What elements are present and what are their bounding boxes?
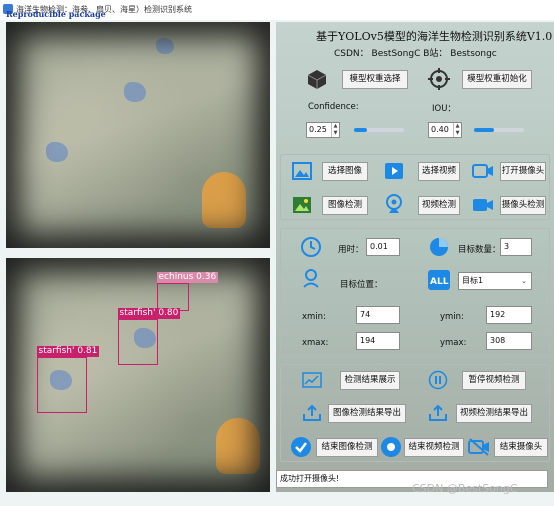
camera-detect-icon: [473, 199, 493, 211]
confidence-spinbox[interactable]: 0.25 ▲ ▼: [306, 122, 340, 138]
original-image-view: [6, 22, 270, 248]
target-icon: [428, 68, 450, 90]
target-select[interactable]: 目标1 ⌄: [458, 272, 532, 290]
detection-label: starfish' 0.80: [117, 308, 181, 319]
camera-off-icon: [468, 438, 489, 456]
position-label: 目标位置：: [340, 280, 383, 290]
ymin-label: ymin:: [440, 312, 464, 322]
pause-icon: [428, 370, 448, 390]
iou-spinbox[interactable]: 0.40 ▲ ▼: [428, 122, 462, 138]
xmax-field[interactable]: 194: [356, 332, 400, 350]
iou-label: IOU：: [432, 104, 456, 114]
clock-icon: [301, 237, 321, 257]
count-label: 目标数量：: [458, 245, 501, 255]
check-circle-icon: [291, 437, 311, 457]
app-window: 海洋生物检测：海参、扇贝、海星）检测识别系统 Reproducible pack…: [0, 0, 554, 506]
ymin-field[interactable]: 192: [486, 306, 532, 324]
author-info: CSDN： BestSongC B站： Bestsongc: [334, 49, 497, 59]
xmin-field[interactable]: 74: [356, 306, 400, 324]
image-icon: [292, 162, 312, 180]
ymax-label: ymax:: [440, 338, 467, 348]
end-camera-button[interactable]: 结束摄像头: [494, 438, 548, 457]
export-video-results-button[interactable]: 视频检测结果导出: [456, 404, 532, 423]
detection-box-echinus: echinus 0.36: [156, 272, 219, 311]
open-camera-button[interactable]: 打开摄像头: [500, 162, 546, 181]
webcam-icon: [386, 194, 402, 213]
detection-label: echinus 0.36: [156, 272, 219, 283]
end-video-detect-button[interactable]: 结束视频检测: [404, 438, 464, 457]
end-image-detect-button[interactable]: 结束图像检测: [316, 438, 378, 457]
camera-detect-button[interactable]: 摄像头检测: [500, 196, 546, 215]
all-targets-icon: ALL: [428, 270, 450, 290]
camera-icon: [472, 164, 493, 178]
export-icon: [303, 404, 321, 421]
confidence-label: Confidence:: [308, 102, 359, 112]
detection-label: starfish' 0.81: [36, 346, 100, 357]
location-icon: [303, 269, 319, 288]
detection-result-view: echinus 0.36 starfish' 0.80 starfish' 0.…: [6, 258, 270, 492]
stop-circle-icon: [381, 437, 401, 457]
xmax-label: xmax:: [302, 338, 329, 348]
video-detect-button[interactable]: 视频检测: [418, 196, 460, 215]
pause-video-button[interactable]: 暂停视频检测: [462, 371, 526, 390]
confidence-slider[interactable]: [354, 128, 404, 132]
line-chart-icon: [302, 372, 322, 388]
select-video-button[interactable]: 选择视频: [418, 162, 460, 181]
chevron-down-icon: ⌄: [521, 277, 527, 285]
overlay-label: Reproducible package: [6, 9, 106, 19]
model-weight-init-button[interactable]: 模型权重初始化: [462, 70, 532, 89]
iou-slider[interactable]: [474, 128, 524, 132]
select-image-button[interactable]: 选择图像: [322, 162, 368, 181]
ymax-field[interactable]: 308: [486, 332, 532, 350]
model-weight-select-button[interactable]: 模型权重选择: [342, 70, 408, 89]
spin-arrows[interactable]: ▲ ▼: [331, 123, 339, 137]
video-file-icon: [385, 163, 403, 179]
watermark: CSDN @BestSongC: [412, 482, 518, 495]
svg-text:ALL: ALL: [430, 277, 449, 287]
count-field[interactable]: 3: [500, 238, 532, 256]
detection-box-starfish: starfish' 0.81: [36, 346, 100, 413]
xmin-label: xmin:: [302, 312, 326, 322]
status-text: 成功打开摄像头!: [280, 474, 340, 483]
title-bar: 海洋生物检测：海参、扇贝、海星）检测识别系统 Reproducible pack…: [0, 0, 554, 20]
show-results-button[interactable]: 检测结果展示: [340, 371, 400, 390]
export-icon: [429, 404, 447, 421]
time-field[interactable]: 0.01: [366, 238, 400, 256]
image-detect-button[interactable]: 图像检测: [322, 196, 368, 215]
pie-chart-icon: [430, 238, 448, 256]
export-image-results-button[interactable]: 图像检测结果导出: [328, 404, 406, 423]
time-label: 用时：: [338, 245, 364, 255]
detection-box-starfish: starfish' 0.80: [117, 308, 181, 365]
cube-icon: [307, 70, 327, 89]
app-title: 基于YOLOv5模型的海洋生物检测识别系统V1.0: [316, 30, 553, 43]
spin-arrows[interactable]: ▲ ▼: [453, 123, 461, 137]
image-detect-icon: [293, 197, 311, 213]
control-panel: 基于YOLOv5模型的海洋生物检测识别系统V1.0 CSDN： BestSong…: [276, 22, 554, 492]
